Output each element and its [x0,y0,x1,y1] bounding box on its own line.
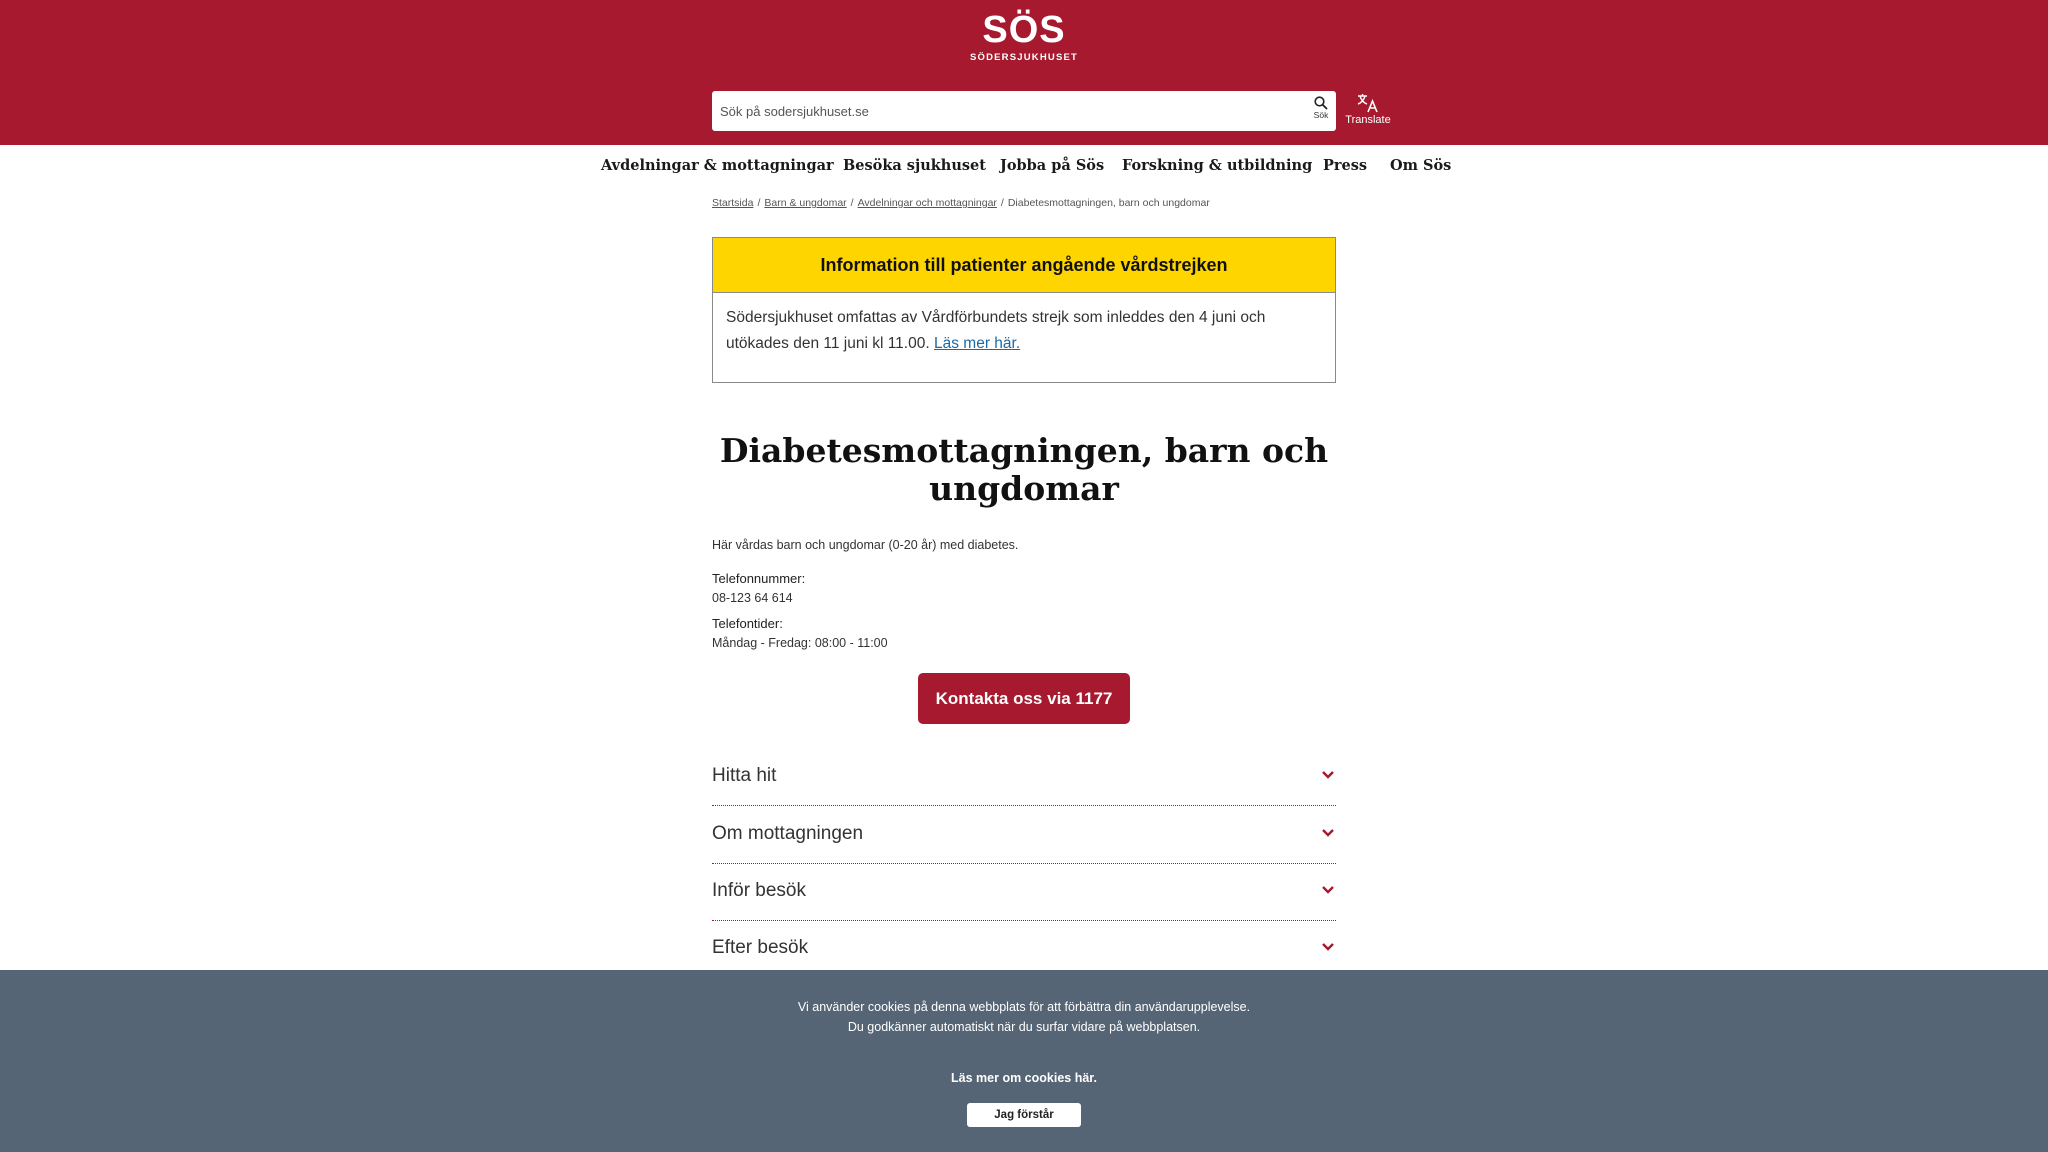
phone-label: Telefonnummer: [712,571,806,586]
chevron-down-icon [1322,886,1334,894]
translate-button[interactable]: Translate [1338,92,1398,132]
chevron-down-icon [1322,829,1334,837]
nav-item-forskning[interactable]: Forskning & utbildning [1122,157,1312,174]
translate-icon [1357,94,1378,113]
chevron-down-icon [1322,943,1334,951]
search-bar: Sök [712,91,1336,131]
breadcrumb: Startsida / Barn & ungdomar / Avdelningar oc… [712,197,1352,209]
nav-item-press[interactable]: Press [1323,157,1367,174]
intro-text: Här vårdas barn och ungdomar (0-20 år) m… [712,538,1019,552]
translate-label: Translate [1345,114,1391,126]
cookie-banner: Vi använder cookies på denna webbplats f… [0,970,2048,1152]
phone-times: Måndag - Fredag: 08:00 - 11:00 [712,636,888,650]
chevron-down-icon [1322,771,1334,779]
phone-times-label: Telefontider: [712,616,783,631]
cookie-more-link[interactable]: Läs mer om cookies här. [0,1071,2048,1085]
nav-item-besoka[interactable]: Besöka sjukhuset [843,157,986,174]
nav-item-avdelningar[interactable]: Avdelningar & mottagningar [601,157,834,174]
breadcrumb-link-startsida[interactable]: Startsida [712,197,753,209]
alert-title: Information till patienter angående vård… [713,238,1335,293]
search-icon [1314,96,1328,110]
nav-item-om-sos[interactable]: Om Sös [1390,157,1451,174]
accordion-item-infor-besok[interactable]: Inför besök [712,864,1336,921]
search-button-label: Sök [1313,110,1329,120]
alert-read-more-link[interactable]: Läs mer här. [934,335,1020,352]
breadcrumb-link-avdelningar[interactable]: Avdelningar och mottagningar [858,197,997,209]
main-nav: Avdelningar & mottagningar Besöka sjukhu… [0,145,2048,189]
strike-alert: Information till patienter angående vård… [712,237,1336,383]
accordion-label: Inför besök [712,880,806,901]
breadcrumb-separator: / [850,197,854,209]
contact-1177-button[interactable]: Kontakta oss via 1177 [918,673,1130,724]
logo[interactable]: SÖS SÖDERSJUKHUSET [960,8,1088,70]
nav-item-jobba[interactable]: Jobba på Sös [1000,157,1104,174]
alert-body: Södersjukhuset omfattas av Vårdförbundet… [713,293,1335,369]
accordion-item-om-mottagningen[interactable]: Om mottagningen [712,807,1336,864]
logo-subtitle: SÖDERSJUKHUSET [969,52,1079,63]
logo-mark: SÖS [982,9,1066,51]
breadcrumb-link-barn[interactable]: Barn & ungdomar [764,197,846,209]
site-header: SÖS SÖDERSJUKHUSET Sök Translate [0,0,2048,145]
accordion-label: Efter besök [712,937,809,958]
cookie-accept-button[interactable]: Jag förstår [967,1103,1081,1127]
search-input[interactable] [712,91,1292,131]
breadcrumb-separator: / [1000,197,1004,209]
breadcrumb-current: Diabetesmottagningen, barn och ungdomar [1007,197,1210,209]
accordion-label: Om mottagningen [712,823,864,844]
breadcrumb-separator: / [757,197,761,209]
search-button[interactable]: Sök [1308,94,1334,128]
phone-number: 08-123 64 614 [712,591,793,605]
page-title: Diabetesmottagningen, barn och ungdomar [719,431,1329,508]
accordion-label: Hitta hit [712,765,777,786]
accordion-item-hitta-hit[interactable]: Hitta hit [712,749,1336,806]
cookie-text: Vi använder cookies på denna webbplats f… [797,1000,1251,1034]
